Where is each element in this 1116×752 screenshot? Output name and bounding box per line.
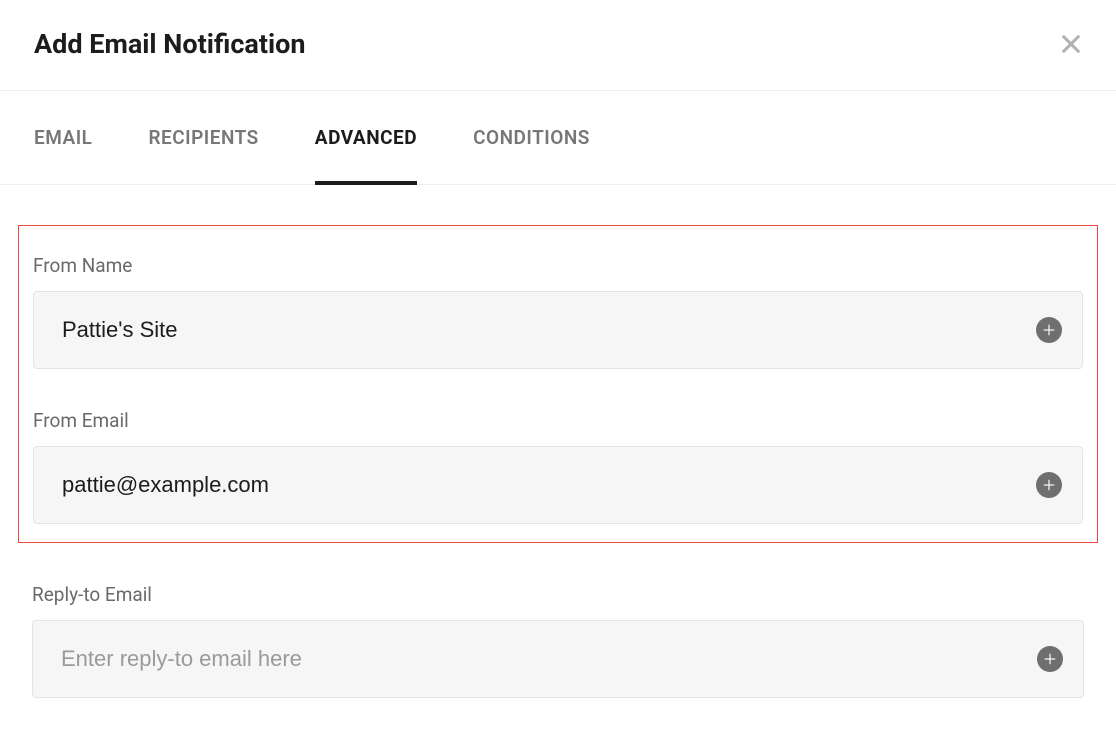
reply-to-input[interactable] (61, 646, 1013, 672)
plus-icon[interactable] (1037, 646, 1063, 672)
reply-to-input-wrapper (32, 620, 1084, 698)
reply-to-label: Reply-to Email (32, 583, 1084, 606)
tab-email[interactable]: EMAIL (34, 91, 92, 185)
modal-header: Add Email Notification (0, 0, 1116, 90)
from-name-group: From Name (33, 254, 1083, 369)
plus-icon[interactable] (1036, 472, 1062, 498)
plus-icon[interactable] (1036, 317, 1062, 343)
modal-title: Add Email Notification (34, 28, 306, 60)
reply-to-section: Reply-to Email (18, 583, 1098, 698)
reply-to-group: Reply-to Email (32, 583, 1084, 698)
tabs-container: EMAIL RECIPIENTS ADVANCED CONDITIONS (0, 91, 1116, 185)
from-name-input[interactable] (62, 317, 1012, 343)
tab-recipients[interactable]: RECIPIENTS (148, 91, 258, 185)
from-name-label: From Name (33, 254, 1083, 277)
from-email-input[interactable] (62, 472, 1012, 498)
highlighted-section: From Name From Email (18, 225, 1098, 543)
close-icon[interactable] (1060, 33, 1082, 55)
tab-conditions[interactable]: CONDITIONS (473, 91, 590, 185)
from-email-input-wrapper (33, 446, 1083, 524)
from-name-input-wrapper (33, 291, 1083, 369)
from-email-label: From Email (33, 409, 1083, 432)
content-area: From Name From Email Reply-to Email (0, 185, 1116, 698)
from-email-group: From Email (33, 409, 1083, 524)
tab-advanced[interactable]: ADVANCED (315, 91, 417, 185)
